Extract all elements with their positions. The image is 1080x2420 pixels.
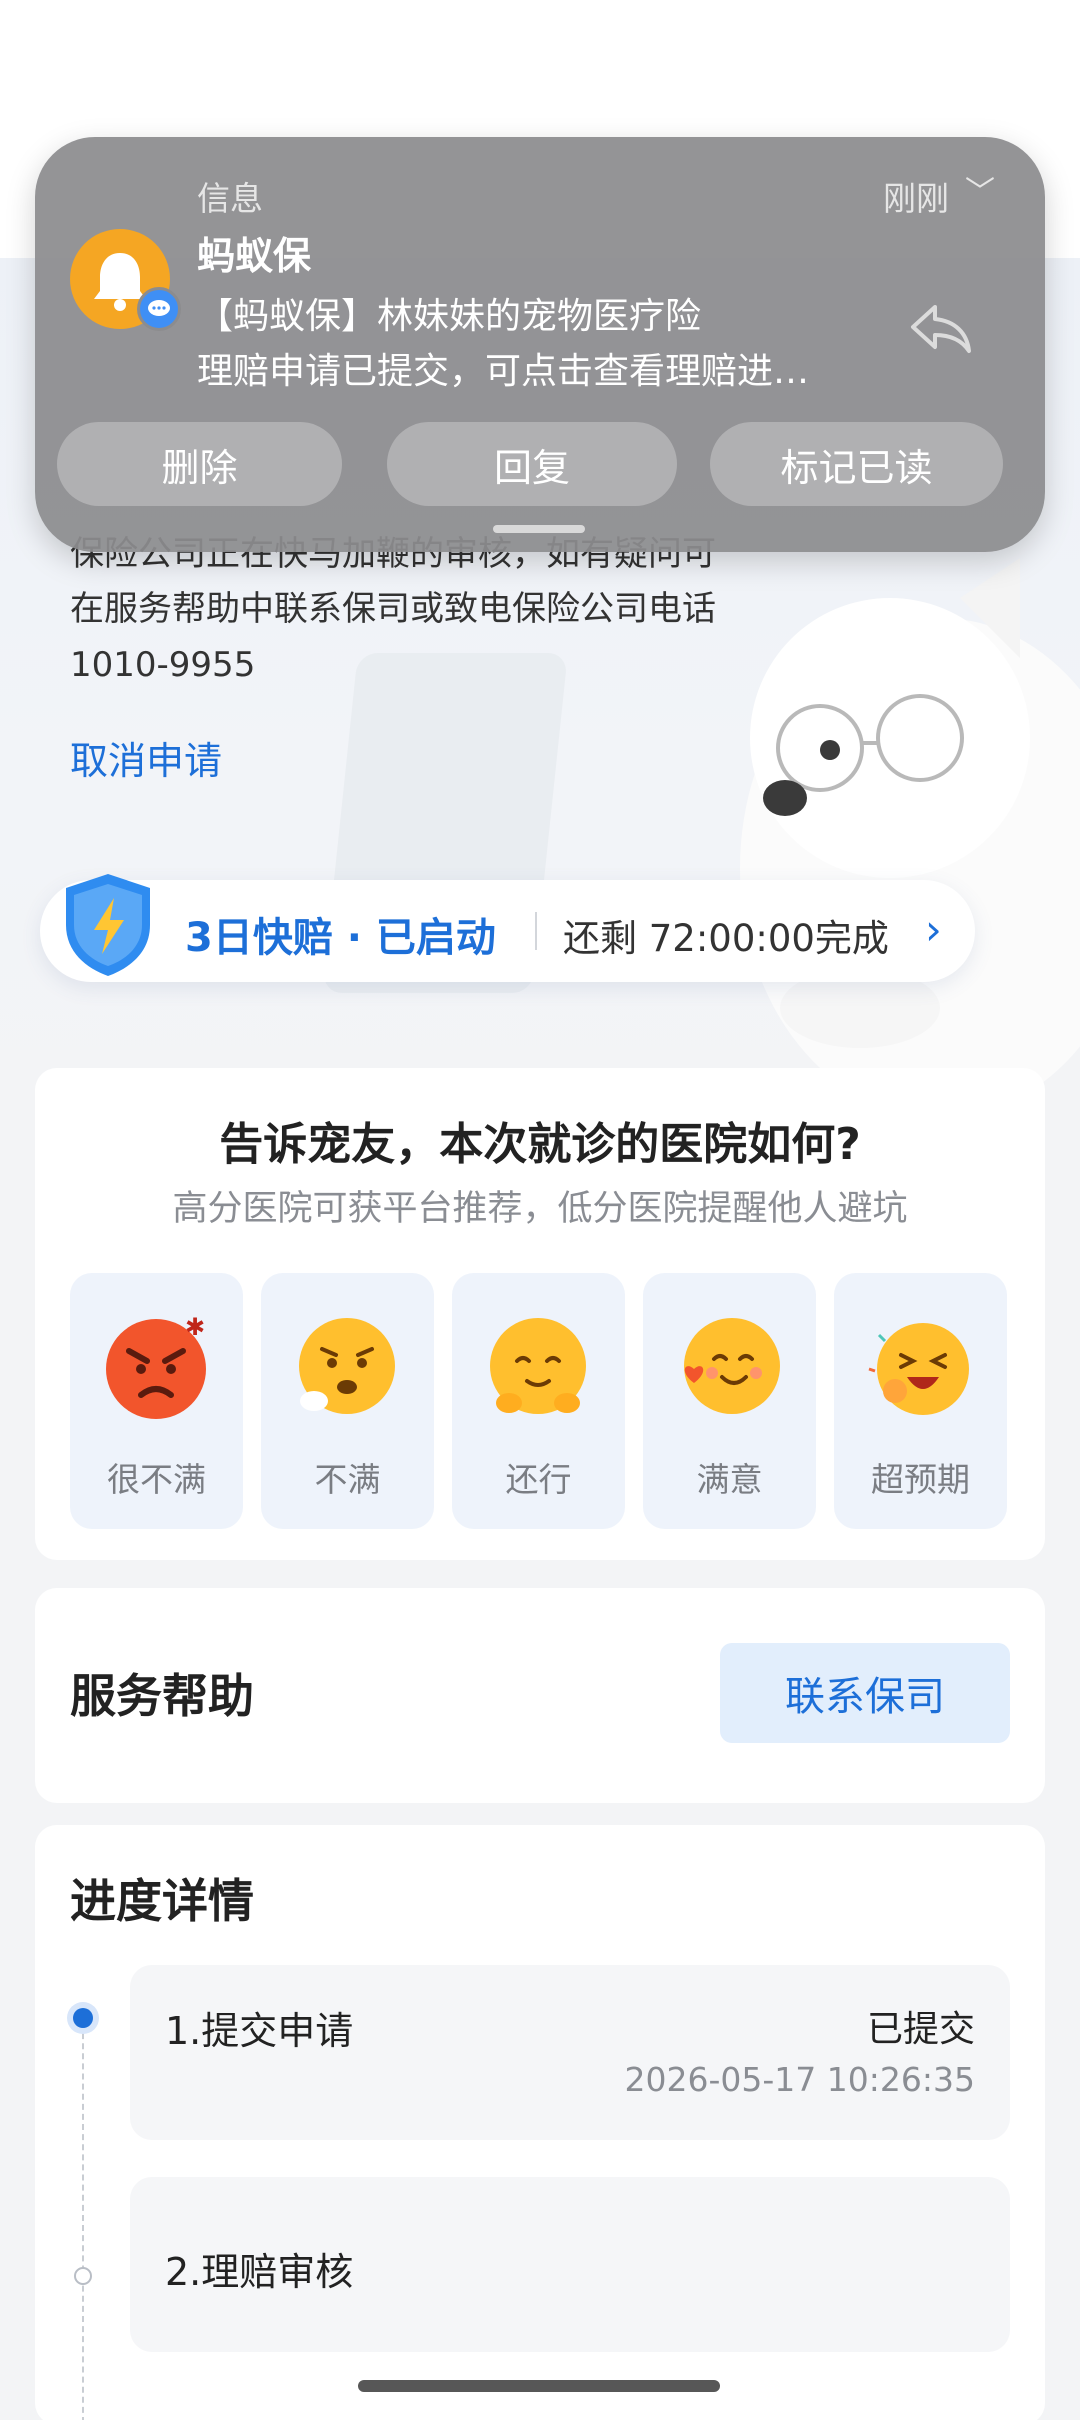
- reply-icon[interactable]: [905, 297, 975, 357]
- notification-line-1: 【蚂蚁保】林妹妹的宠物医疗险: [197, 296, 702, 337]
- service-help-title: 服务帮助: [70, 1669, 254, 1723]
- reply-button[interactable]: 回复: [387, 422, 677, 506]
- rating-option-dissatisfied[interactable]: 不满: [261, 1273, 434, 1529]
- rating-label: 超预期: [871, 1460, 970, 1499]
- drag-handle[interactable]: [493, 525, 585, 533]
- fast-claim-remaining: 还剩 72:00:00完成: [563, 917, 889, 960]
- chevron-down-icon[interactable]: ﹀: [965, 167, 995, 211]
- rating-label: 很不满: [107, 1460, 206, 1499]
- claim-phone: 1010-9955: [70, 645, 256, 685]
- rating-option-satisfied[interactable]: 满意: [643, 1273, 816, 1529]
- rating-subtitle: 高分医院可获平台推荐，低分医院提醒他人避坑: [172, 1189, 908, 1229]
- notification-sender: 蚂蚁保: [197, 234, 312, 278]
- hospital-rating-card: 告诉宠友，本次就诊的医院如何? 高分医院可获平台推荐，低分医院提醒他人避坑 ✱ …: [35, 1068, 1045, 1560]
- rating-label: 不满: [314, 1460, 381, 1499]
- delete-button[interactable]: 删除: [57, 422, 342, 506]
- step-status: 已提交: [866, 2009, 975, 2050]
- svg-text:✱: ✱: [185, 1313, 205, 1341]
- step-time: 2026-05-17 10:26:35: [624, 2060, 975, 2099]
- rating-label: 还行: [505, 1460, 572, 1499]
- progress-title: 进度详情: [70, 1874, 254, 1928]
- mark-read-button[interactable]: 标记已读: [710, 422, 1003, 506]
- rating-option-okay[interactable]: 还行: [452, 1273, 625, 1529]
- cancel-claim-link[interactable]: 取消申请: [70, 730, 222, 785]
- timeline-line: [82, 2023, 84, 2420]
- divider: [535, 912, 537, 950]
- notification-app-name: 信息: [197, 179, 263, 218]
- fast-claim-title: 3日快赔 · 已启动: [185, 915, 496, 961]
- service-help-card: 服务帮助 联系保司: [35, 1588, 1045, 1803]
- rating-title: 告诉宠友，本次就诊的医院如何?: [219, 1119, 861, 1170]
- worried-face-icon: [299, 1318, 395, 1414]
- step-name: 1.提交申请: [165, 2009, 354, 2053]
- progress-step: 1.提交申请 已提交 2026-05-17 10:26:35: [130, 1965, 1010, 2140]
- notification-time: 刚刚: [883, 179, 949, 218]
- rating-option-very-dissatisfied[interactable]: ✱ 很不满: [70, 1273, 243, 1529]
- timeline-dot-active: [73, 2008, 93, 2028]
- notification-line-2: 理赔申请已提交，可点击查看理赔进…: [197, 351, 810, 392]
- rating-label: 满意: [696, 1460, 763, 1499]
- message-badge-icon: [137, 287, 181, 331]
- step-name: 2.理赔审核: [165, 2250, 354, 2294]
- timeline-dot-pending: [74, 2267, 92, 2285]
- angry-face-icon: ✱: [106, 1313, 206, 1419]
- chevron-right-icon: ›: [925, 905, 942, 954]
- rating-option-exceeded[interactable]: 超预期: [834, 1273, 1007, 1529]
- message-notification[interactable]: 信息 刚刚 ﹀ 蚂蚁保 【蚂蚁保】林妹妹的宠物医疗险 理赔申请已提交，可点击查看…: [35, 137, 1045, 552]
- progress-card: 进度详情 1.提交申请 已提交 2026-05-17 10:26:35 2.理赔…: [35, 1825, 1045, 2420]
- shield-bolt-icon: [66, 874, 150, 976]
- claim-status-text-2: 在服务帮助中联系保司或致电保险公司电话: [70, 589, 716, 629]
- happy-heart-face-icon: [684, 1318, 780, 1414]
- neutral-face-icon: [490, 1318, 586, 1414]
- ecstatic-face-icon: [868, 1323, 969, 1415]
- progress-step: 2.理赔审核: [130, 2177, 1010, 2352]
- home-indicator[interactable]: [358, 2380, 720, 2392]
- contact-insurer-button[interactable]: 联系保司: [720, 1643, 1010, 1743]
